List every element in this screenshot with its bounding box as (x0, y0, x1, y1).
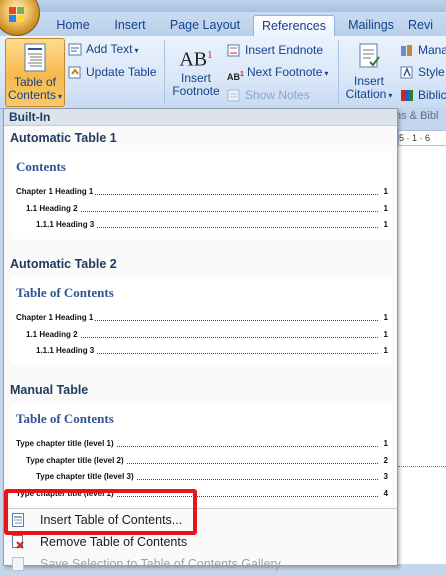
toc-preview-line: 1.1.1 Heading 31 (36, 346, 388, 356)
section-title-manual-table: Manual Table (10, 383, 89, 397)
style-label: Style (418, 65, 445, 79)
insert-citation-icon (359, 43, 380, 68)
save-selection-label: Save Selection to Table of Contents Gall… (40, 557, 281, 571)
next-footnote-icon-text: AB (227, 72, 240, 83)
footnote-icon-text: AB (179, 48, 208, 71)
toc-preview-line: 1.1 Heading 21 (26, 204, 388, 214)
add-text-label: Add Text (86, 42, 133, 56)
tab-insert[interactable]: Insert (108, 15, 152, 36)
footnote-icon: AB1 (168, 40, 224, 72)
horizontal-ruler[interactable]: 5 · 1 · 6 (398, 130, 446, 146)
group-label-citations-bibliography: ns & Bibl (395, 108, 446, 124)
tab-home[interactable]: Home (50, 15, 96, 36)
section-title-automatic-table-2: Automatic Table 2 (10, 257, 117, 271)
next-footnote-label: Next Footnote (247, 65, 323, 79)
show-notes-label: Show Notes (245, 88, 310, 102)
toc-preview-line: Type chapter title (level 1) 1 (16, 439, 388, 449)
gallery-item-automatic-table-2[interactable]: Table of Contents Chapter 1 Heading 11 1… (12, 277, 392, 365)
tab-page-layout[interactable]: Page Layout (164, 15, 246, 36)
office-logo-icon (9, 7, 27, 23)
next-footnote-icon-sup: 1 (240, 71, 244, 79)
style-icon (400, 66, 413, 79)
insert-citation-label-2: Citation (345, 87, 387, 101)
insert-endnote-icon (227, 44, 240, 57)
chevron-down-icon: ▾ (134, 46, 139, 55)
update-table-icon (68, 66, 81, 79)
add-text-icon (68, 43, 82, 56)
preview-heading: Contents (16, 159, 66, 174)
next-footnote-button[interactable]: AB1 Next Footnote ▾ (227, 63, 329, 83)
bibliography-label: Biblic (418, 88, 446, 102)
toc-button-label-2: Contents (7, 88, 56, 102)
footnote-icon-sup: 1 (207, 49, 213, 61)
next-footnote-icon: AB1 (227, 66, 244, 83)
insert-endnote-label: Insert Endnote (245, 43, 324, 57)
insert-endnote-button[interactable]: Insert Endnote (227, 41, 323, 59)
tab-references[interactable]: References (253, 15, 335, 38)
insert-citation-button[interactable]: Insert Citation ▾ (342, 40, 396, 104)
manage-sources-icon (401, 45, 412, 57)
gallery-item-automatic-table-1[interactable]: Contents Chapter 1 Heading 11 1.1 Headin… (12, 151, 392, 239)
annotation-highlight-box (4, 489, 197, 535)
manage-sources-button[interactable]: Mana (400, 41, 446, 59)
toc-preview-line: 1.1.1 Heading 31 (36, 220, 388, 230)
save-gallery-icon (12, 557, 24, 571)
insert-footnote-label-2: Footnote (172, 84, 220, 98)
add-text-button[interactable]: Add Text ▾ (68, 40, 139, 58)
toc-preview-line: Chapter 1 Heading 11 (16, 187, 388, 197)
gallery-header-built-in: Built-In (4, 109, 397, 126)
group-divider (338, 40, 339, 104)
manage-sources-label: Mana (418, 43, 446, 57)
document-page[interactable] (398, 146, 446, 564)
ribbon: Table of Contents ▾ Add Text ▾ Update Tabl… (0, 36, 446, 109)
update-table-button[interactable]: Update Table (68, 63, 157, 81)
title-bar (0, 0, 446, 12)
save-selection-to-gallery-menu-item[interactable]: Save Selection to Table of Contents Gall… (4, 553, 397, 575)
chevron-down-icon: ▾ (324, 69, 329, 78)
preview-heading: Table of Contents (16, 285, 114, 300)
group-divider (164, 40, 165, 104)
update-table-label: Update Table (86, 65, 157, 79)
ribbon-tab-bar: Home Insert Page Layout References Maili… (0, 12, 446, 38)
document-dotted-line (398, 466, 446, 467)
insert-footnote-button[interactable]: AB1 Insert Footnote (168, 40, 224, 104)
tab-review[interactable]: Revi (408, 15, 446, 36)
chevron-down-icon: ▾ (58, 92, 63, 101)
tab-mailings[interactable]: Mailings (342, 15, 400, 36)
remove-toc-icon (12, 535, 24, 549)
bibliography-button[interactable]: Biblic (400, 86, 446, 104)
bibliography-icon (401, 90, 413, 102)
toc-preview-line: Type chapter title (level 3) 3 (36, 472, 388, 482)
section-title-automatic-table-1: Automatic Table 1 (10, 131, 117, 145)
table-of-contents-button[interactable]: Table of Contents ▾ (5, 38, 65, 107)
toc-preview-line: 1.1 Heading 21 (26, 330, 388, 340)
show-notes-button[interactable]: Show Notes (227, 86, 310, 104)
show-notes-icon (227, 89, 240, 102)
preview-heading: Table of Contents (16, 411, 114, 426)
toc-preview-line: Type chapter title (level 2) 2 (26, 456, 388, 466)
chevron-down-icon: ▾ (388, 91, 393, 100)
toc-preview-line: Chapter 1 Heading 11 (16, 313, 388, 323)
style-button[interactable]: Style (400, 63, 445, 81)
toc-document-icon (24, 43, 46, 72)
